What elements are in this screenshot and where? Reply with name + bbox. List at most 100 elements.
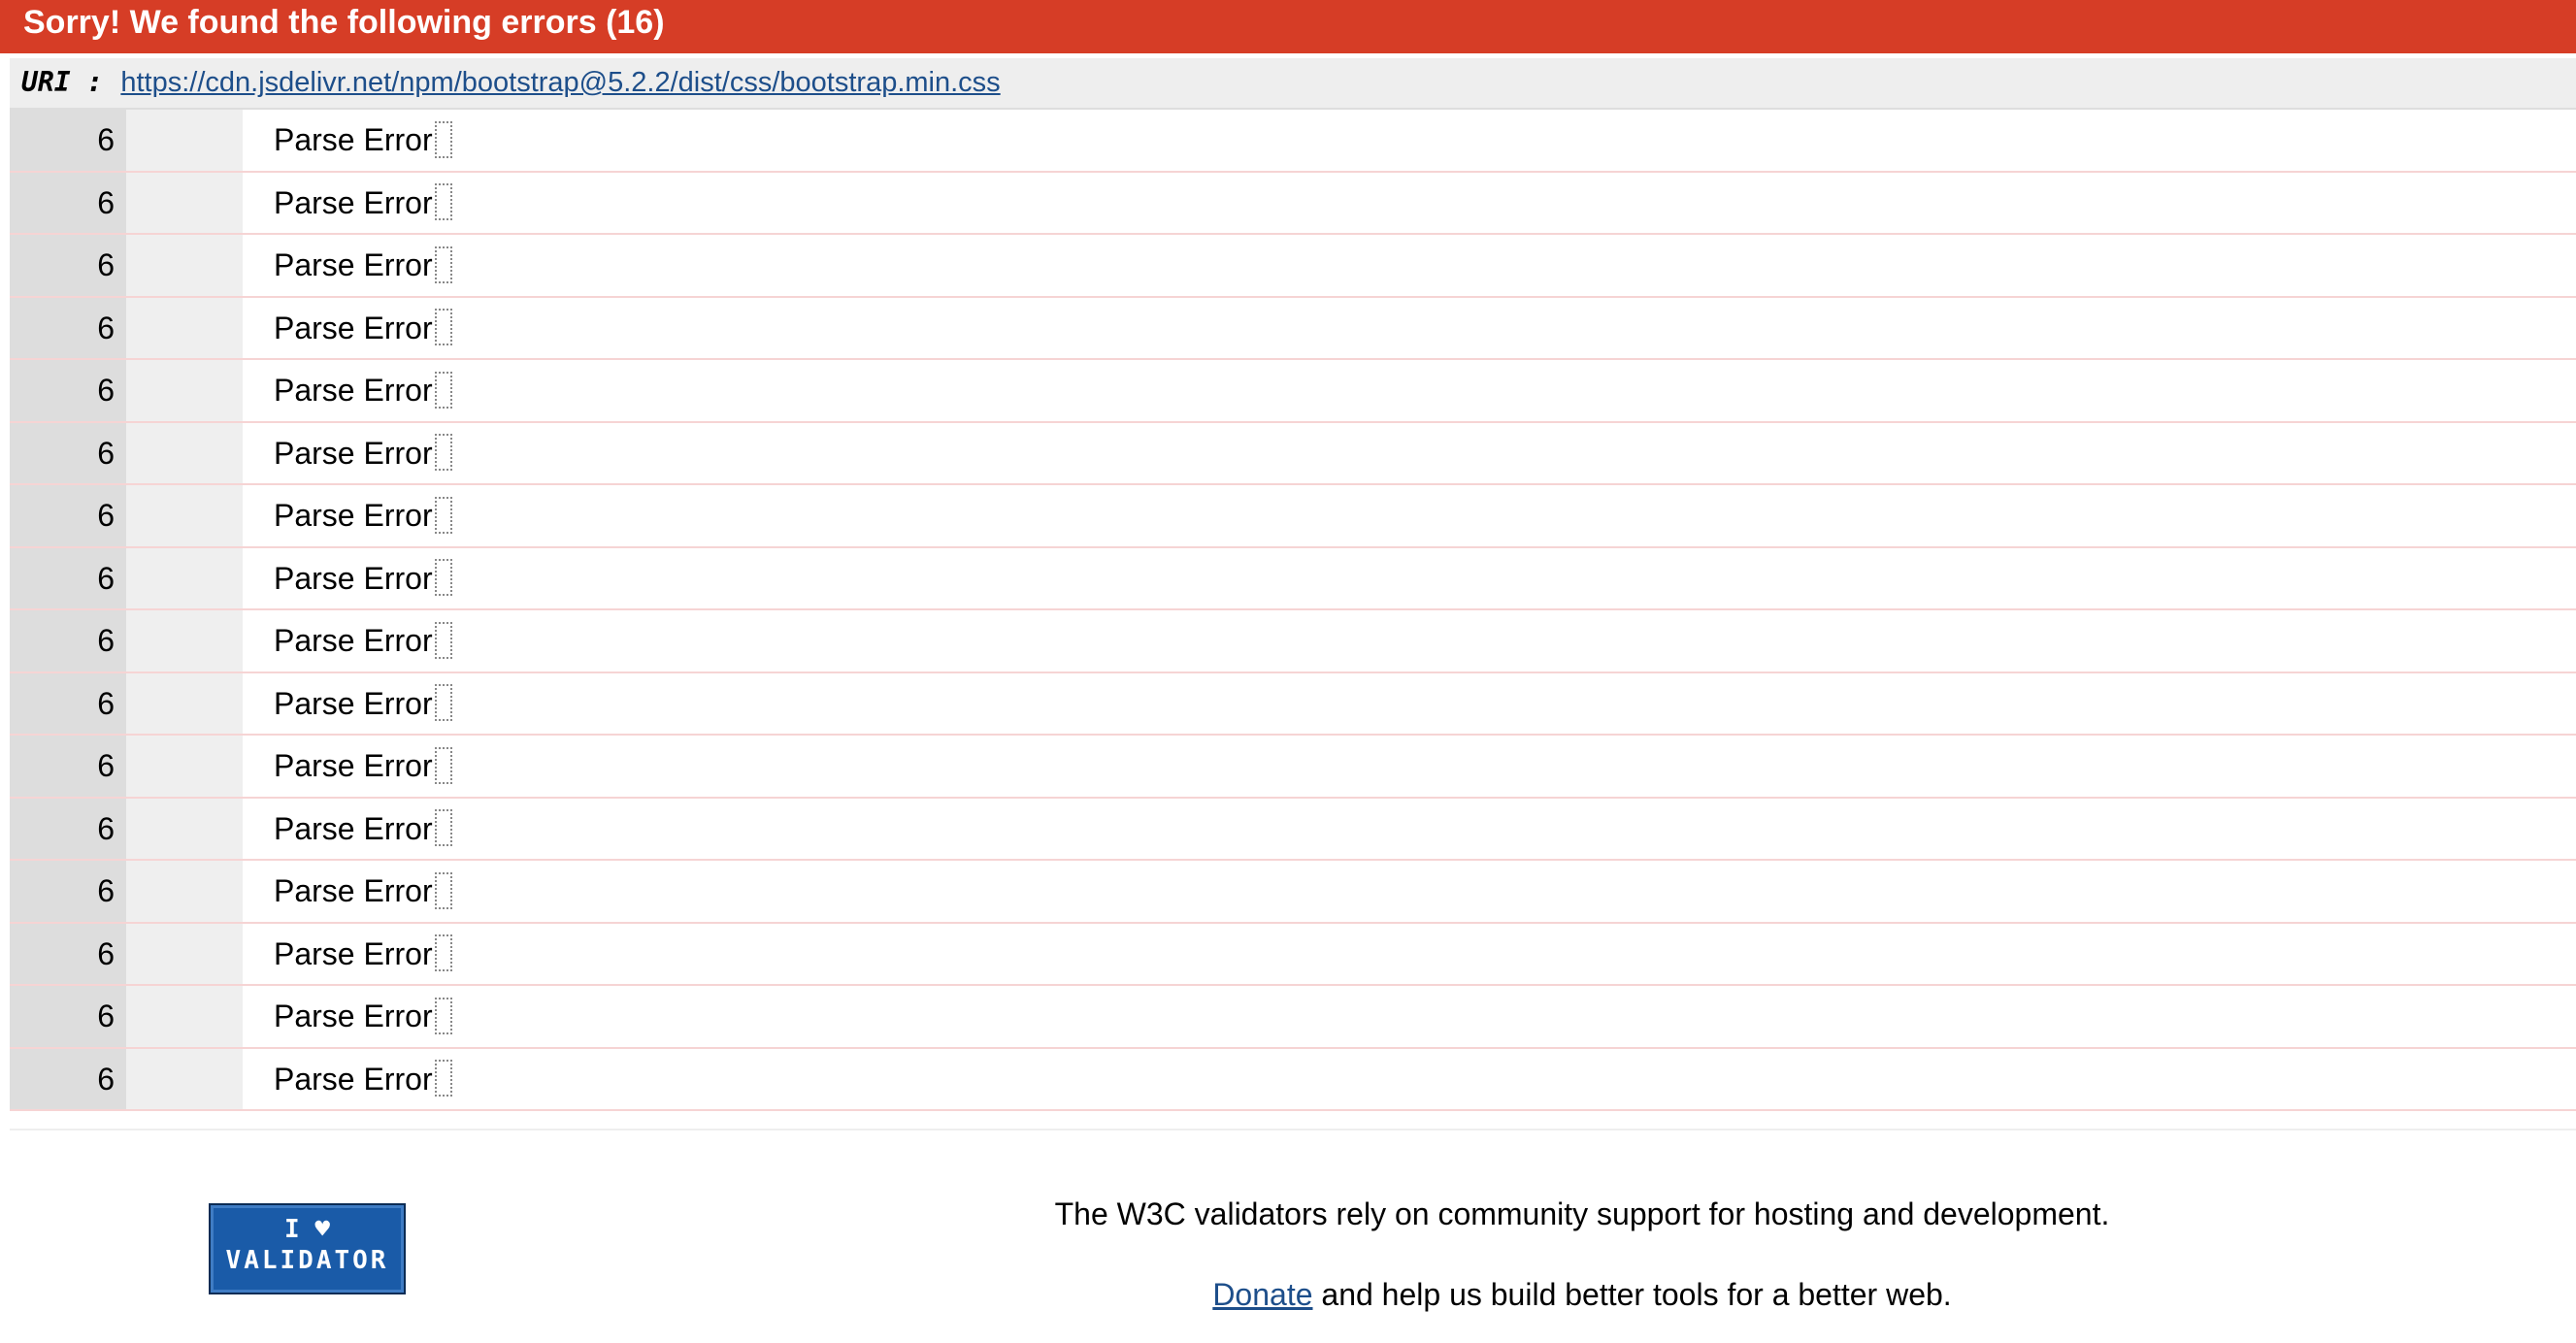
support-text: The W3C validators rely on community sup… xyxy=(1054,1196,2110,1231)
error-row: 6 Parse Error xyxy=(10,547,2576,610)
error-line-number: 6 xyxy=(10,422,126,483)
error-line-number: 6 xyxy=(10,360,126,421)
error-line-number: 6 xyxy=(10,235,126,296)
donate-link[interactable]: Donate xyxy=(1212,1277,1312,1312)
error-row: 6 Parse Error xyxy=(10,736,2576,799)
error-row: 6 Parse Error xyxy=(10,360,2576,423)
error-line-number: 6 xyxy=(10,672,126,734)
error-table: 6 Parse Error 6 Parse Error 6 Parse Error 6 Par… xyxy=(10,110,2576,1111)
error-row: 6 Parse Error xyxy=(10,1048,2576,1111)
error-context xyxy=(126,798,243,859)
error-row: 6 Parse Error xyxy=(10,986,2576,1049)
error-context xyxy=(126,861,243,922)
error-context xyxy=(126,986,243,1047)
error-context xyxy=(126,610,243,672)
uri-bar: URI : https://cdn.jsdelivr.net/npm/boots… xyxy=(10,58,2576,110)
error-row: 6 Parse Error xyxy=(10,422,2576,485)
uri-link[interactable]: https://cdn.jsdelivr.net/npm/bootstrap@5… xyxy=(120,67,1000,98)
missing-glyph-icon xyxy=(434,997,452,1034)
error-message: Parse Error xyxy=(243,1049,2576,1110)
error-context xyxy=(126,360,243,421)
error-context xyxy=(126,1048,243,1109)
error-message: Parse Error xyxy=(243,360,2576,421)
donate-line: Donate and help us build better tools fo… xyxy=(971,1269,2194,1320)
missing-glyph-icon xyxy=(434,309,452,346)
missing-glyph-icon xyxy=(434,1060,452,1097)
error-message-text: Parse Error xyxy=(274,810,433,846)
error-line-number: 6 xyxy=(10,610,126,672)
errors-header: Sorry! We found the following errors (16… xyxy=(0,0,2576,53)
error-message: Parse Error xyxy=(243,548,2576,609)
badge-heart-text: I ♥ xyxy=(284,1215,330,1244)
error-context xyxy=(126,547,243,608)
error-message: Parse Error xyxy=(243,110,2576,171)
missing-glyph-icon xyxy=(434,684,452,722)
error-context xyxy=(126,172,243,233)
error-line-number: 6 xyxy=(10,110,126,171)
error-message: Parse Error xyxy=(243,235,2576,296)
table-divider xyxy=(10,1129,2576,1130)
uri-label: URI : xyxy=(21,66,104,98)
error-message: Parse Error xyxy=(243,861,2576,922)
error-context xyxy=(126,110,243,171)
error-message-text: Parse Error xyxy=(274,247,433,282)
error-context xyxy=(126,672,243,734)
error-message: Parse Error xyxy=(243,173,2576,234)
error-line-number: 6 xyxy=(10,861,126,922)
missing-glyph-icon xyxy=(434,120,452,158)
error-message: Parse Error xyxy=(243,799,2576,860)
error-message-text: Parse Error xyxy=(274,623,433,658)
missing-glyph-icon xyxy=(434,871,452,909)
error-row: 6 Parse Error xyxy=(10,610,2576,673)
error-line-number: 6 xyxy=(10,297,126,358)
error-line-number: 6 xyxy=(10,736,126,797)
error-message: Parse Error xyxy=(243,610,2576,672)
error-row: 6 Parse Error xyxy=(10,672,2576,736)
missing-glyph-icon xyxy=(434,934,452,972)
error-message: Parse Error xyxy=(243,673,2576,735)
missing-glyph-icon xyxy=(434,746,452,784)
error-context xyxy=(126,923,243,984)
error-line-number: 6 xyxy=(10,172,126,233)
error-line-number: 6 xyxy=(10,986,126,1047)
error-message-text: Parse Error xyxy=(274,1061,433,1097)
missing-glyph-icon xyxy=(434,559,452,597)
error-message: Parse Error xyxy=(243,423,2576,484)
missing-glyph-icon xyxy=(434,621,452,659)
errors-header-title: Sorry! We found the following errors (16… xyxy=(23,4,665,41)
error-row: 6 Parse Error xyxy=(10,235,2576,298)
error-message-text: Parse Error xyxy=(274,122,433,157)
error-line-number: 6 xyxy=(10,485,126,546)
error-message: Parse Error xyxy=(243,924,2576,985)
error-message-text: Parse Error xyxy=(274,184,433,220)
error-context xyxy=(126,485,243,546)
missing-glyph-icon xyxy=(434,371,452,409)
error-message-text: Parse Error xyxy=(274,685,433,721)
error-message-text: Parse Error xyxy=(274,873,433,908)
error-context xyxy=(126,297,243,358)
error-message-text: Parse Error xyxy=(274,935,433,971)
missing-glyph-icon xyxy=(434,246,452,283)
error-row: 6 Parse Error xyxy=(10,110,2576,173)
i-love-validator-badge[interactable]: I ♥ VALIDATOR xyxy=(209,1203,406,1294)
missing-glyph-icon xyxy=(434,434,452,472)
error-message-text: Parse Error xyxy=(274,999,433,1033)
error-message: Parse Error xyxy=(243,485,2576,546)
error-message-text: Parse Error xyxy=(274,560,433,596)
badge-validator-text: VALIDATOR xyxy=(225,1246,389,1275)
error-row: 6 Parse Error xyxy=(10,798,2576,861)
error-context xyxy=(126,422,243,483)
missing-glyph-icon xyxy=(434,183,452,221)
error-message-text: Parse Error xyxy=(274,310,433,345)
error-message: Parse Error xyxy=(243,986,2576,1047)
error-row: 6 Parse Error xyxy=(10,485,2576,548)
error-message-text: Parse Error xyxy=(274,748,433,783)
error-line-number: 6 xyxy=(10,1048,126,1109)
missing-glyph-icon xyxy=(434,496,452,534)
error-row: 6 Parse Error xyxy=(10,297,2576,360)
donate-rest-text: and help us build better tools for a bet… xyxy=(1312,1277,1952,1312)
error-message: Parse Error xyxy=(243,736,2576,797)
error-message-text: Parse Error xyxy=(274,498,433,533)
error-line-number: 6 xyxy=(10,923,126,984)
error-message: Parse Error xyxy=(243,298,2576,359)
